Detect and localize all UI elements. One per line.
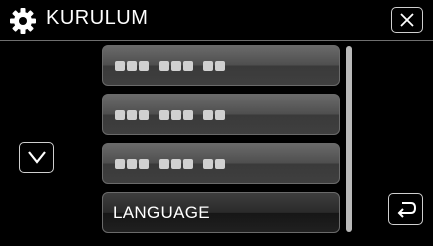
- gear-icon: [10, 8, 36, 34]
- scroll-down-button[interactable]: [19, 142, 54, 173]
- menu-item-label: LANGUAGE: [113, 203, 210, 222]
- chevron-down-icon: [28, 151, 46, 164]
- placeholder-text: [115, 159, 251, 169]
- menu-item-1[interactable]: [102, 45, 340, 86]
- close-icon: [400, 13, 414, 27]
- menu-item-language[interactable]: LANGUAGE: [102, 192, 340, 233]
- scrollbar[interactable]: [346, 46, 352, 232]
- menu-item-2[interactable]: [102, 94, 340, 135]
- placeholder-text: [115, 61, 251, 71]
- return-icon: [397, 202, 417, 218]
- back-button[interactable]: [388, 193, 423, 225]
- header-bar: KURULUM: [0, 0, 433, 38]
- header-divider: [0, 40, 433, 41]
- page-title: KURULUM: [46, 7, 149, 29]
- menu-item-3[interactable]: [102, 143, 340, 184]
- close-button[interactable]: [391, 7, 423, 33]
- placeholder-text: [115, 110, 251, 120]
